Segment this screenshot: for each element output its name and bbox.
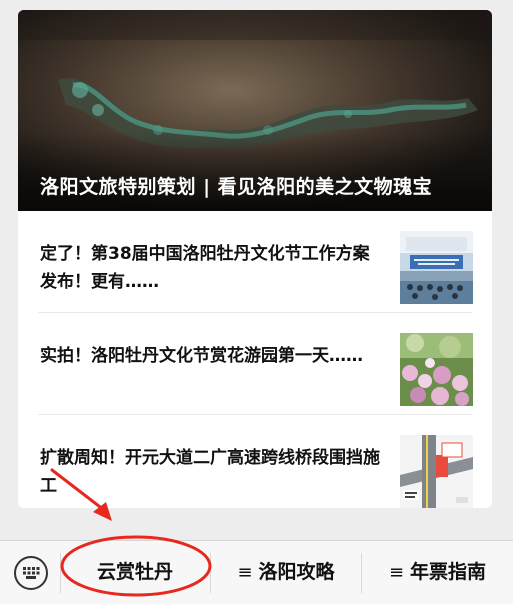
article-card: 洛阳文旅特别策划 | 看见洛阳的美之文物瑰宝 定了！第38届中国洛阳牡丹文化节工… [18,10,492,508]
submenu-icon: ≡ [237,562,253,583]
hero-title: 洛阳文旅特别策划 | 看见洛阳的美之文物瑰宝 [40,176,433,198]
hero-article[interactable]: 洛阳文旅特别策划 | 看见洛阳的美之文物瑰宝 [18,10,492,211]
menu-item-label: 云赏牡丹 [96,561,173,583]
menu-item-luoyang-gonglve[interactable]: ≡ 洛阳攻略 [211,541,361,604]
bottom-menu-bar: 云赏牡丹 ≡ 洛阳攻略 ≡ 年票指南 [0,540,513,604]
news-item[interactable]: 扩散周知！开元大道二广高速跨线桥段围挡施工 [38,415,473,508]
menu-item-label: 洛阳攻略 [258,561,335,583]
news-list: 定了！第38届中国洛阳牡丹文化节工作方案发布！更有…… 实拍！洛阳牡丹文化节赏花… [18,211,492,508]
news-title: 实拍！洛阳牡丹文化节赏花游园第一天…… [40,346,363,366]
news-item[interactable]: 定了！第38届中国洛阳牡丹文化节工作方案发布！更有…… [38,211,473,313]
press-conference-thumbnail [400,231,473,304]
keyboard-icon[interactable] [14,556,48,590]
road-construction-thumbnail [400,435,473,508]
menu-item-yunshang-mudan[interactable]: 云赏牡丹 [61,541,209,604]
news-title: 定了！第38届中国洛阳牡丹文化节工作方案发布！更有…… [40,244,370,292]
menu-item-label: 年票指南 [410,561,487,583]
news-title: 扩散周知！开元大道二广高速跨线桥段围挡施工 [40,448,380,496]
menu-item-nianpiao-zhinan[interactable]: ≡ 年票指南 [362,541,513,604]
news-item[interactable]: 实拍！洛阳牡丹文化节赏花游园第一天…… [38,313,473,415]
submenu-icon: ≡ [388,562,405,583]
hero-shade [18,131,492,211]
peony-garden-thumbnail [400,333,473,406]
